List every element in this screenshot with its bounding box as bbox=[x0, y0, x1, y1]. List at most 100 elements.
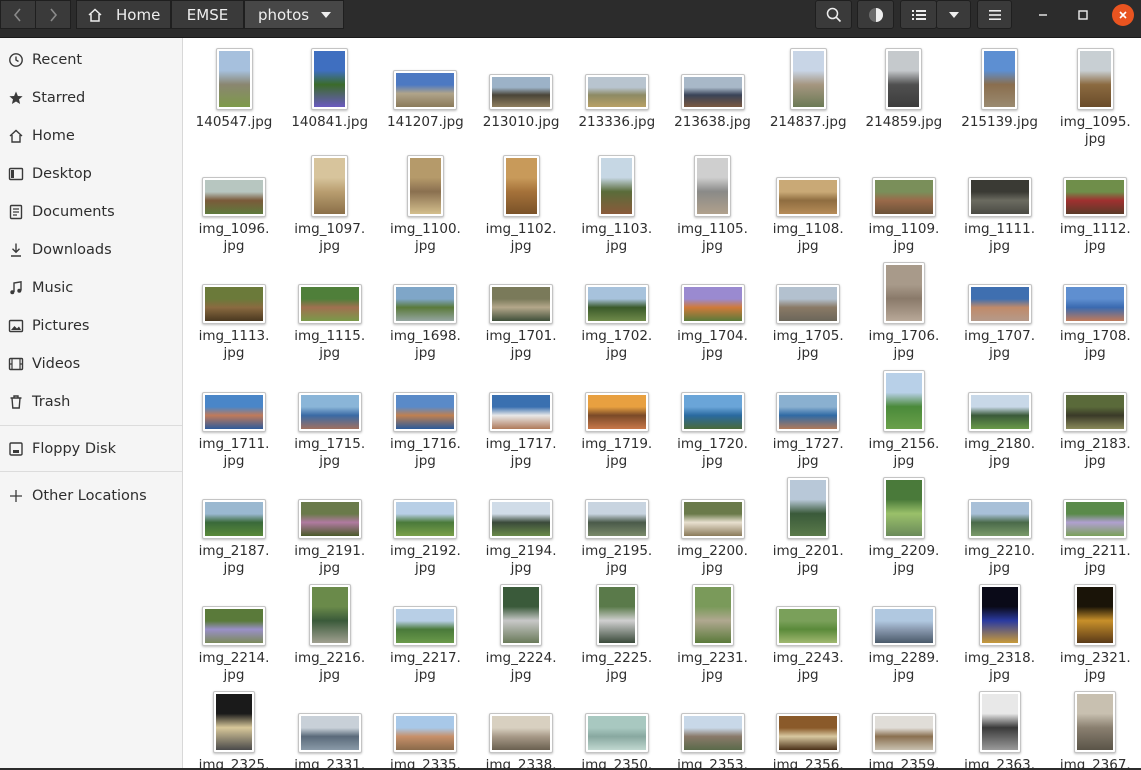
file-item[interactable]: img_1103. jpg bbox=[569, 151, 665, 254]
sidebar-item-desktop[interactable]: Desktop bbox=[0, 156, 182, 192]
file-item[interactable]: 141207.jpg bbox=[377, 44, 473, 144]
file-item[interactable]: img_1100. jpg bbox=[377, 151, 473, 254]
file-item[interactable]: img_2318. jpg bbox=[952, 580, 1048, 683]
list-view-button[interactable] bbox=[900, 0, 937, 29]
file-item[interactable]: img_2217. jpg bbox=[377, 580, 473, 683]
sidebar-item-trash[interactable]: Trash bbox=[0, 384, 182, 420]
minimize-button[interactable] bbox=[1032, 4, 1054, 26]
file-item[interactable]: img_1102. jpg bbox=[473, 151, 569, 254]
file-item[interactable]: img_1698. jpg bbox=[377, 258, 473, 361]
sidebar-item-pictures[interactable]: Pictures bbox=[0, 308, 182, 344]
file-item[interactable]: img_1096. jpg bbox=[186, 151, 282, 254]
maximize-button[interactable] bbox=[1072, 4, 1094, 26]
file-item[interactable]: img_2224. jpg bbox=[473, 580, 569, 683]
file-item[interactable]: img_2225. jpg bbox=[569, 580, 665, 683]
file-item[interactable]: img_1701. jpg bbox=[473, 258, 569, 361]
photo-preview bbox=[1066, 180, 1125, 215]
file-item[interactable]: img_1113. jpg bbox=[186, 258, 282, 361]
file-item[interactable]: img_1108. jpg bbox=[760, 151, 856, 254]
file-item[interactable]: img_2325. bbox=[186, 687, 282, 770]
close-button[interactable] bbox=[1112, 4, 1134, 26]
file-item[interactable]: img_2195. jpg bbox=[569, 473, 665, 576]
file-item[interactable]: img_2200. jpg bbox=[665, 473, 761, 576]
sidebar-item-music[interactable]: Music bbox=[0, 270, 182, 306]
file-item[interactable]: img_2183. jpg bbox=[1047, 366, 1141, 469]
sidebar-item-recent[interactable]: Recent bbox=[0, 42, 182, 78]
file-item[interactable]: img_1109. jpg bbox=[856, 151, 952, 254]
file-item[interactable]: img_2211. jpg bbox=[1047, 473, 1141, 576]
file-item[interactable]: img_1706. jpg bbox=[856, 258, 952, 361]
file-item[interactable]: img_1716. jpg bbox=[377, 366, 473, 469]
file-item[interactable]: img_2180. jpg bbox=[952, 366, 1048, 469]
file-item[interactable]: 213638.jpg bbox=[665, 44, 761, 144]
file-item[interactable]: img_1719. jpg bbox=[569, 366, 665, 469]
file-item[interactable]: img_1105. jpg bbox=[665, 151, 761, 254]
breadcrumb-emse[interactable]: EMSE bbox=[171, 0, 244, 29]
file-item[interactable]: img_1095. jpg bbox=[1047, 44, 1141, 147]
file-item[interactable]: 140841.jpg bbox=[282, 44, 378, 144]
file-item[interactable]: img_2359. bbox=[856, 687, 952, 770]
breadcrumb-home[interactable]: Home bbox=[76, 0, 171, 29]
image-thumbnail bbox=[584, 391, 649, 432]
file-item[interactable]: img_2231. jpg bbox=[665, 580, 761, 683]
file-item[interactable]: img_2353. bbox=[665, 687, 761, 770]
file-item[interactable]: img_1702. jpg bbox=[569, 258, 665, 361]
file-item[interactable]: img_2367. bbox=[1047, 687, 1141, 770]
sidebar-item-downloads[interactable]: Downloads bbox=[0, 232, 182, 268]
forward-button[interactable] bbox=[35, 0, 71, 29]
sidebar-item-home[interactable]: Home bbox=[0, 118, 182, 154]
file-item[interactable]: 214859.jpg bbox=[856, 44, 952, 144]
file-item[interactable]: img_2289. jpg bbox=[856, 580, 952, 683]
file-item[interactable]: img_2201. jpg bbox=[760, 473, 856, 576]
file-item[interactable]: img_1720. jpg bbox=[665, 366, 761, 469]
file-item[interactable]: img_1705. jpg bbox=[760, 258, 856, 361]
file-item[interactable]: img_1708. jpg bbox=[1047, 258, 1141, 361]
main-menu-button[interactable] bbox=[977, 0, 1012, 29]
file-item[interactable]: img_2321. jpg bbox=[1047, 580, 1141, 683]
file-item[interactable]: img_1727. jpg bbox=[760, 366, 856, 469]
file-item[interactable]: 213010.jpg bbox=[473, 44, 569, 144]
file-item[interactable]: img_1111. jpg bbox=[952, 151, 1048, 254]
thumbnail-frame bbox=[473, 580, 569, 648]
file-item[interactable]: img_2156. jpg bbox=[856, 366, 952, 469]
file-item[interactable]: img_2335. bbox=[377, 687, 473, 770]
file-item[interactable]: img_1715. jpg bbox=[282, 366, 378, 469]
sidebar-item-floppy-disk[interactable]: Floppy Disk bbox=[0, 431, 182, 467]
file-item[interactable]: img_2192. jpg bbox=[377, 473, 473, 576]
file-item[interactable]: img_2356. bbox=[760, 687, 856, 770]
file-item[interactable]: img_2338. bbox=[473, 687, 569, 770]
breadcrumb-photos[interactable]: photos bbox=[244, 0, 344, 29]
file-item[interactable]: 140547.jpg bbox=[186, 44, 282, 144]
file-item[interactable]: img_2350. bbox=[569, 687, 665, 770]
file-item[interactable]: img_2331. bbox=[282, 687, 378, 770]
file-item[interactable]: img_1115. jpg bbox=[282, 258, 378, 361]
operations-button[interactable] bbox=[857, 0, 894, 29]
sidebar-item-starred[interactable]: Starred bbox=[0, 80, 182, 116]
view-options-button[interactable] bbox=[936, 0, 971, 29]
image-thumbnail bbox=[584, 284, 649, 325]
file-item[interactable]: img_2187. jpg bbox=[186, 473, 282, 576]
file-item[interactable]: img_1707. jpg bbox=[952, 258, 1048, 361]
file-item[interactable]: img_2214. jpg bbox=[186, 580, 282, 683]
file-item[interactable]: img_2243. jpg bbox=[760, 580, 856, 683]
file-item[interactable]: img_2363. bbox=[952, 687, 1048, 770]
file-item[interactable]: 213336.jpg bbox=[569, 44, 665, 144]
file-item[interactable]: img_2191. jpg bbox=[282, 473, 378, 576]
file-item[interactable]: img_2210. jpg bbox=[952, 473, 1048, 576]
file-item[interactable]: img_2209. jpg bbox=[856, 473, 952, 576]
file-item[interactable]: img_2194. jpg bbox=[473, 473, 569, 576]
file-item[interactable]: img_2216. jpg bbox=[282, 580, 378, 683]
search-button[interactable] bbox=[815, 0, 852, 29]
file-item[interactable]: img_1717. jpg bbox=[473, 366, 569, 469]
sidebar-item-other-locations[interactable]: Other Locations bbox=[0, 478, 182, 514]
file-item[interactable]: img_1097. jpg bbox=[282, 151, 378, 254]
sidebar-item-documents[interactable]: Documents bbox=[0, 194, 182, 230]
file-item[interactable]: 215139.jpg bbox=[952, 44, 1048, 144]
chevron-down-icon[interactable] bbox=[321, 12, 331, 18]
sidebar-item-videos[interactable]: Videos bbox=[0, 346, 182, 382]
file-item[interactable]: 214837.jpg bbox=[760, 44, 856, 144]
file-item[interactable]: img_1711. jpg bbox=[186, 366, 282, 469]
back-button[interactable] bbox=[0, 0, 36, 29]
file-item[interactable]: img_1112. jpg bbox=[1047, 151, 1141, 254]
file-item[interactable]: img_1704. jpg bbox=[665, 258, 761, 361]
